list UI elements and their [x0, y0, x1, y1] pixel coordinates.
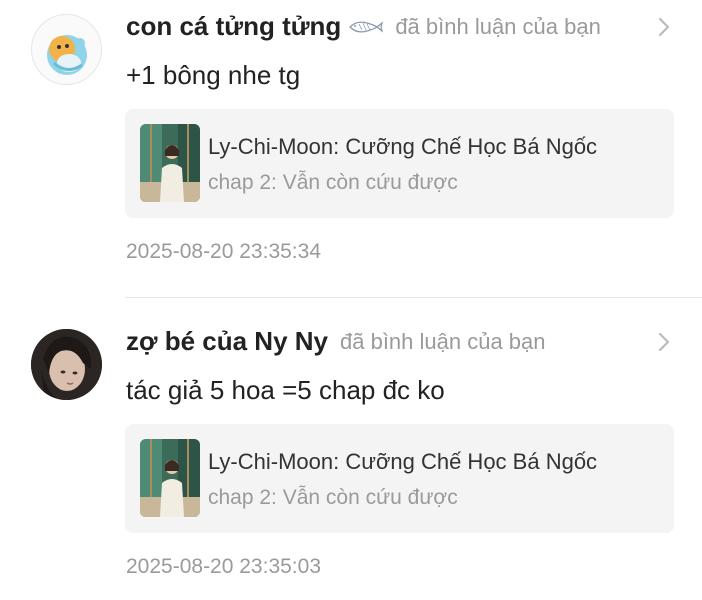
comment-header: con cá tửng tửng đã bình luận của bạn	[126, 11, 601, 43]
comment-text: tác giả 5 hoa =5 chap đc ko	[126, 375, 445, 405]
story-cover-image-icon	[140, 439, 200, 517]
divider	[125, 297, 702, 298]
comment-text: +1 bông nhe tg	[126, 60, 301, 90]
story-title: Ly-Chi-Moon: Cưỡng Chế Học Bá Ngốc	[208, 134, 598, 159]
chevron-right-icon[interactable]	[655, 14, 673, 40]
action-text: đã bình luận của bạn	[395, 13, 601, 39]
chevron-right-icon[interactable]	[655, 329, 673, 355]
story-card[interactable]: Ly-Chi-Moon: Cưỡng Chế Học Bá Ngốc chap …	[125, 424, 674, 533]
user-photo-avatar-icon	[31, 329, 102, 400]
story-title: Ly-Chi-Moon: Cưỡng Chế Học Bá Ngốc	[208, 449, 598, 474]
user-avatar[interactable]	[31, 14, 102, 85]
username[interactable]: zợ bé của Ny Ny	[126, 326, 328, 356]
comment-notification[interactable]: zợ bé của Ny Ny đã bình luận của bạn tác …	[0, 300, 702, 600]
action-text: đã bình luận của bạn	[340, 328, 546, 354]
story-chapter: chap 2: Vẫn còn cứu được	[208, 486, 458, 509]
timestamp: 2025-08-20 23:35:03	[126, 555, 321, 578]
story-chapter: chap 2: Vẫn còn cứu được	[208, 171, 458, 194]
fish-badge-icon	[349, 20, 384, 33]
timestamp: 2025-08-20 23:35:34	[126, 240, 321, 263]
comment-notification[interactable]: con cá tửng tửng đã bình luận của bạn +1…	[0, 0, 702, 298]
comment-header: zợ bé của Ny Ny đã bình luận của bạn	[126, 326, 546, 358]
story-card[interactable]: Ly-Chi-Moon: Cưỡng Chế Học Bá Ngốc chap …	[125, 109, 674, 218]
cartoon-dinosaur-avatar-icon	[47, 35, 87, 75]
story-cover	[140, 439, 200, 517]
user-avatar[interactable]	[31, 329, 102, 400]
story-cover	[140, 124, 200, 202]
username[interactable]: con cá tửng tửng	[126, 11, 341, 41]
story-cover-image-icon	[140, 124, 200, 202]
